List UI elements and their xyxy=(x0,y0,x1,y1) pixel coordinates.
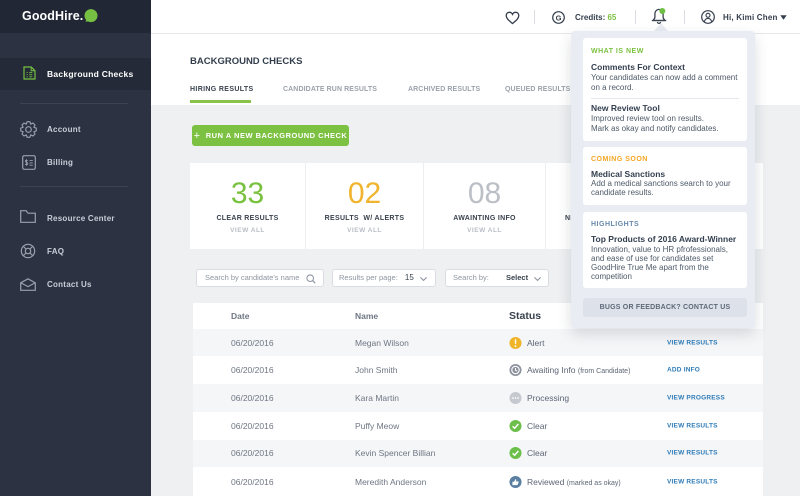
svg-text:G: G xyxy=(556,13,562,22)
